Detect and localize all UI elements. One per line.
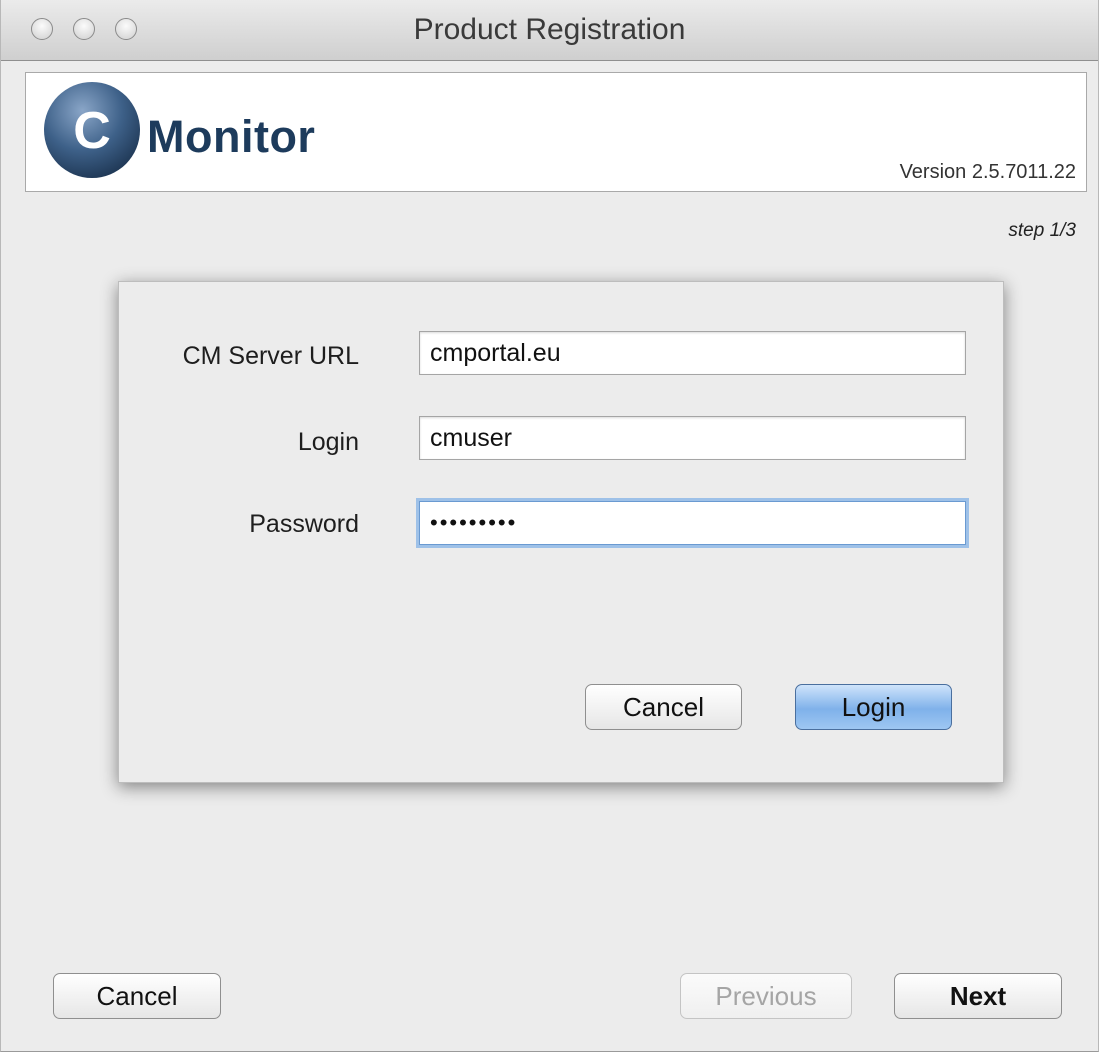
login-label: Login xyxy=(297,428,359,456)
brand-header: C Monitor Version 2.5.7011.22 xyxy=(25,72,1087,192)
registration-window: Product Registration C Monitor Version 2… xyxy=(0,0,1099,1052)
dialog-cancel-button[interactable]: Cancel xyxy=(585,684,742,730)
login-input[interactable] xyxy=(419,416,966,460)
logo-text: Monitor xyxy=(147,111,316,162)
login-dialog: CM Server URL Login Password Cancel Logi… xyxy=(118,281,1004,783)
password-input[interactable] xyxy=(419,501,966,545)
step-indicator: step 1/3 xyxy=(1008,220,1076,241)
wizard-cancel-button[interactable]: Cancel xyxy=(53,973,221,1019)
password-label: Password xyxy=(249,510,359,538)
dialog-login-button[interactable]: Login xyxy=(795,684,952,730)
window-title: Product Registration xyxy=(413,13,686,46)
version-label: Version 2.5.7011.22 xyxy=(899,161,1076,183)
logo-letter: C xyxy=(73,102,111,160)
wizard-previous-button[interactable]: Previous xyxy=(680,973,852,1019)
title-bar[interactable]: Product Registration xyxy=(1,0,1098,61)
server-url-label: CM Server URL xyxy=(182,342,359,370)
server-url-input[interactable] xyxy=(419,331,966,375)
cmonitor-logo-icon: C xyxy=(44,82,140,178)
wizard-next-button[interactable]: Next xyxy=(894,973,1062,1019)
